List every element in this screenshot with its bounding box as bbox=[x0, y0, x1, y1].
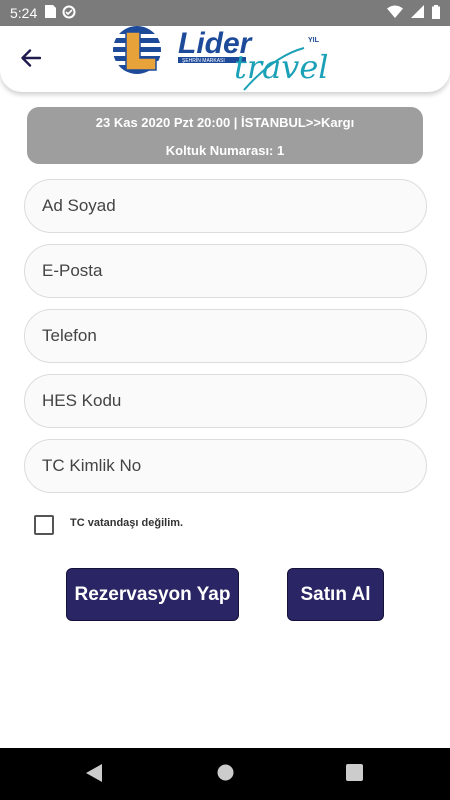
sim-card-icon bbox=[45, 5, 57, 21]
not-citizen-checkbox[interactable] bbox=[34, 515, 54, 535]
app-bar: Lider YIL ŞEHRİN MARKASI travel bbox=[0, 26, 450, 92]
buy-button[interactable]: Satın Al bbox=[287, 568, 384, 621]
seat-number: Koltuk Numarası: 1 bbox=[165, 143, 285, 158]
tc-id-field bbox=[24, 439, 427, 493]
wifi-icon bbox=[387, 5, 403, 21]
status-bar: 5:24 bbox=[0, 0, 450, 26]
nav-recents-icon[interactable] bbox=[346, 764, 363, 786]
system-nav-bar bbox=[0, 748, 450, 800]
hes-code-field bbox=[24, 374, 427, 428]
nav-home-icon[interactable] bbox=[217, 764, 234, 786]
signal-icon bbox=[411, 5, 424, 21]
not-citizen-label: TC vatandaşı değilim. bbox=[70, 517, 184, 529]
reserve-button[interactable]: Rezervasyon Yap bbox=[66, 568, 239, 621]
arrow-left-icon bbox=[21, 48, 42, 72]
email-field bbox=[24, 244, 427, 298]
status-time: 5:24 bbox=[10, 5, 38, 21]
svg-text:ŞEHRİN MARKASI: ŞEHRİN MARKASI bbox=[182, 57, 225, 64]
trip-summary: 23 Kas 2020 Pzt 20:00 | İSTANBUL>>Kargı bbox=[95, 115, 355, 130]
hes-code-input[interactable] bbox=[25, 375, 426, 427]
nav-back-icon[interactable] bbox=[86, 764, 102, 787]
data-saver-icon bbox=[62, 5, 76, 22]
email-input[interactable] bbox=[25, 245, 426, 297]
trip-info-card: 23 Kas 2020 Pzt 20:00 | İSTANBUL>>Kargı … bbox=[27, 107, 423, 164]
svg-text:YIL: YIL bbox=[308, 37, 320, 44]
name-input[interactable] bbox=[25, 180, 426, 232]
phone-input[interactable] bbox=[25, 310, 426, 362]
svg-text:travel: travel bbox=[234, 48, 328, 86]
battery-icon bbox=[432, 4, 440, 22]
name-field bbox=[24, 179, 427, 233]
tc-id-input[interactable] bbox=[25, 440, 426, 492]
phone-field bbox=[24, 309, 427, 363]
lider-travel-logo: Lider YIL ŞEHRİN MARKASI travel bbox=[104, 26, 352, 92]
back-button[interactable] bbox=[14, 46, 48, 74]
